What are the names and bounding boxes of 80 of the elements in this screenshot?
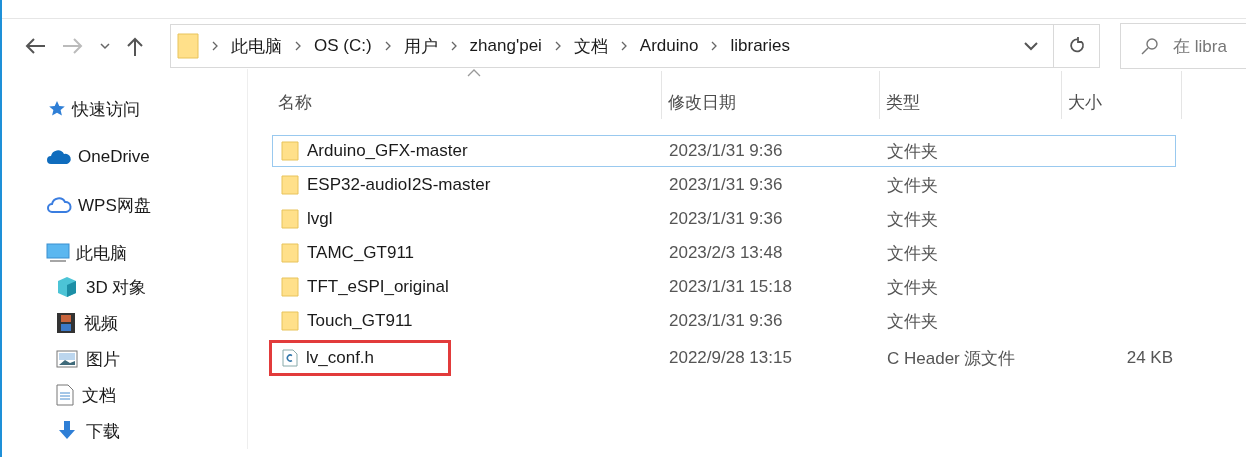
sidebar-item[interactable]: 3D 对象 [2,275,153,299]
document-icon [56,384,74,406]
chevron-icon [294,41,302,51]
modified-date: 2023/1/31 9:36 [668,311,784,331]
modified-date: 2023/1/31 15:18 [668,277,793,297]
sidebar-item[interactable]: 视频 [2,311,124,335]
folder-icon [177,33,199,59]
file-name: TFT_eSPI_original [273,272,663,302]
chevron-icon [383,41,392,51]
breadcrumb[interactable]: libraries [730,36,790,56]
file-type: 文件夹 [886,140,939,163]
chevron-down-icon [1023,41,1039,51]
modified-date: 2022/9/28 13:15 [668,348,793,368]
column-header[interactable]: 修改日期 [662,71,880,119]
chevron-icon [449,41,458,51]
breadcrumb[interactable]: 用户 [403,34,438,58]
back-button[interactable] [24,37,46,55]
file-name: lv_conf.h [269,340,451,376]
chevron-icon [211,41,219,51]
breadcrumb[interactable]: OS (C:) [314,36,372,56]
breadcrumb[interactable]: Arduino [639,36,699,56]
file-row[interactable]: ESP32-audioI2S-master 2023/1/31 9:36 文件夹 [272,169,1176,201]
breadcrumb[interactable]: 文档 [573,34,608,58]
folder-icon [281,209,299,229]
sidebar-item[interactable]: 文档 [2,383,122,407]
file-type: 文件夹 [886,276,939,299]
cloud-icon [46,149,72,165]
file-row[interactable]: lv_conf.h 2022/9/28 13:15 C Header 源文件 24 KB [272,339,1176,377]
search-icon [1141,37,1159,55]
column-header[interactable]: 类型 [880,71,1062,119]
modified-date: 2023/1/31 9:36 [668,141,784,161]
folder-icon [281,277,299,297]
breadcrumb[interactable]: zhang'pei [469,36,542,56]
chevron-icon [553,41,562,51]
folder-icon [281,311,299,331]
recent-locations-button[interactable] [100,42,110,50]
file-type: C Header 源文件 [886,347,1017,370]
file-name: Arduino_GFX-master [273,136,663,166]
modified-date: 2023/2/3 13:48 [668,243,784,263]
sidebar-item[interactable]: 快速访问 [2,97,146,121]
folder-icon [281,141,299,161]
file-row[interactable]: lvgl 2023/1/31 9:36 文件夹 [272,203,1176,235]
file-row[interactable]: TAMC_GT911 2023/2/3 13:48 文件夹 [272,237,1176,269]
chevron-icon [710,41,719,51]
column-header[interactable]: 大小 [1062,71,1182,119]
file-name: ESP32-audioI2S-master [273,170,663,200]
sidebar-item[interactable]: 此电脑 [2,241,133,265]
column-header[interactable]: 名称 [272,71,662,119]
refresh-icon [1067,37,1086,55]
sidebar-item[interactable]: WPS网盘 [2,193,157,217]
sidebar-item[interactable]: OneDrive [2,145,156,169]
image-icon [56,350,78,368]
sidebar-item[interactable]: 图片 [2,347,126,371]
folder-icon [281,175,299,195]
breadcrumb[interactable]: 此电脑 [231,34,282,58]
cloud-icon [46,196,72,214]
file-name: Touch_GT911 [273,306,663,336]
up-button[interactable] [126,36,144,56]
cube-icon [56,276,78,298]
chevron-icon [619,41,628,51]
file-type: 文件夹 [886,174,939,197]
file-size: 24 KB [1125,348,1174,368]
film-icon [56,312,76,334]
modified-date: 2023/1/31 9:36 [668,175,784,195]
file-row[interactable]: Touch_GT911 2023/1/31 9:36 文件夹 [272,305,1176,337]
file-name: lvgl [273,204,663,234]
search-field[interactable]: 在 libra [1120,23,1246,69]
star-icon [46,100,66,118]
file-name: TAMC_GT911 [273,238,663,268]
file-type: 文件夹 [886,310,939,333]
file-type: 文件夹 [886,208,939,231]
folder-icon [281,243,299,263]
c-file-icon [282,349,298,367]
file-type: 文件夹 [886,242,939,265]
monitor-icon [46,243,70,263]
modified-date: 2023/1/31 9:36 [668,209,784,229]
file-row[interactable]: Arduino_GFX-master 2023/1/31 9:36 文件夹 [272,135,1176,167]
sidebar-item[interactable]: 下载 [2,419,126,443]
address-bar[interactable]: 此电脑 OS (C:) 用户 zhang'pei 文档 Arduino libraries [170,24,1100,68]
file-row[interactable]: TFT_eSPI_original 2023/1/31 15:18 文件夹 [272,271,1176,303]
